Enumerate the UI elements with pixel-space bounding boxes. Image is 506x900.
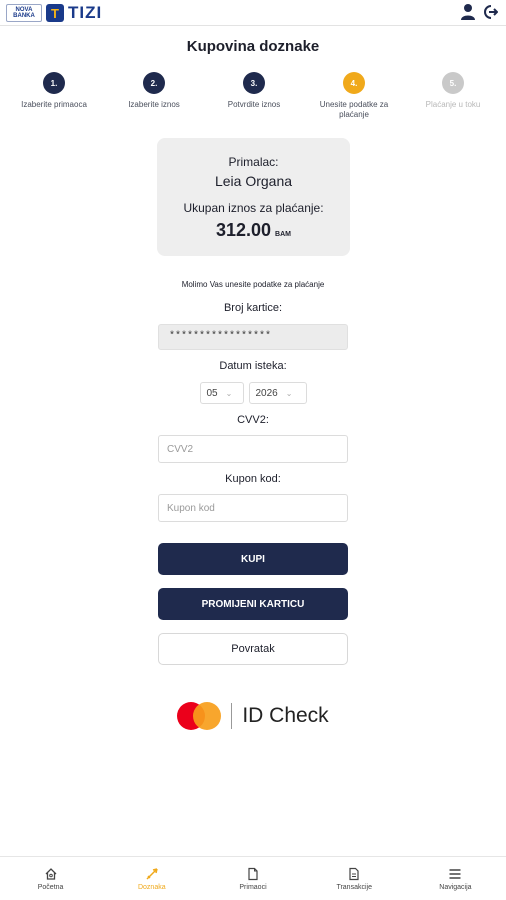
step-3: 3. Potvrdite iznos	[204, 72, 304, 110]
total-label: Ukupan iznos za plaćanje:	[183, 201, 324, 215]
document-icon	[246, 867, 260, 881]
step-number: 2.	[143, 72, 165, 94]
step-label: Izaberite primaoca	[21, 100, 87, 109]
page-title: Kupovina doznake	[186, 38, 320, 55]
logout-icon[interactable]	[482, 3, 498, 21]
step-label: Unesite podatke za plaćanje	[319, 100, 389, 119]
bottom-nav: Početna Doznaka Primaoci Transakcije Nav…	[0, 856, 506, 900]
header-actions	[460, 3, 498, 21]
mastercard-yellow-circle	[193, 702, 222, 730]
bank-logo: NOVA BANKA	[6, 4, 42, 22]
instructions-text: Molimo Vas unesite podatke za plaćanje	[181, 280, 325, 289]
back-button[interactable]: Povratak	[158, 633, 348, 665]
nav-item-recipients[interactable]: Primaoci	[202, 857, 303, 900]
tizi-logo-text: TIZI	[68, 3, 103, 22]
user-icon[interactable]	[460, 3, 476, 21]
expiry-year-select[interactable]: 2026 ⌄	[248, 382, 307, 404]
recipient-label: Primalac:	[228, 155, 279, 169]
menu-icon	[448, 867, 462, 881]
cvv-input[interactable]	[158, 435, 348, 463]
card-number-label: Broj kartice:	[223, 302, 283, 314]
nav-label: Primaoci	[239, 883, 267, 891]
nav-item-transfer[interactable]: Doznaka	[101, 857, 202, 900]
expiry-label: Datum isteka:	[219, 360, 287, 372]
chevron-down-icon: ⌄	[225, 388, 233, 398]
home-icon	[44, 867, 58, 881]
expiry-month-value: 05	[206, 387, 218, 399]
card-number-field: *****************	[158, 324, 348, 350]
total-amount: 312.00	[215, 220, 272, 240]
summary-card: Primalac: Leia Organa Ukupan iznos za pl…	[157, 138, 350, 256]
nav-label: Navigacija	[439, 883, 472, 891]
nav-label: Početna	[37, 883, 64, 891]
transactions-icon	[347, 867, 361, 881]
send-icon	[145, 867, 159, 881]
expiry-year-value: 2026	[255, 387, 278, 399]
expiry-month-select[interactable]: 05 ⌄	[199, 382, 244, 404]
mastercard-logo	[177, 702, 222, 730]
coupon-input[interactable]	[158, 494, 348, 522]
step-number: 1.	[43, 72, 65, 94]
step-label: Plaćanje u toku	[425, 100, 481, 109]
logo: NOVA BANKA T TIZI	[6, 3, 102, 23]
mastercard-id-check: ID Check	[0, 702, 506, 730]
step-label: Potvrdite iznos	[227, 100, 281, 109]
total-amount-row: 312.00 BAM	[157, 220, 350, 241]
buy-button[interactable]: KUPI	[158, 543, 348, 575]
step-5: 5. Plaćanje u toku	[403, 72, 503, 110]
nav-item-home[interactable]: Početna	[0, 857, 101, 900]
step-label: Izaberite iznos	[128, 100, 180, 109]
step-number: 3.	[243, 72, 265, 94]
tizi-logo-mark: T	[46, 4, 64, 22]
nav-item-menu[interactable]: Navigacija	[405, 857, 506, 900]
cvv-label: CVV2:	[237, 414, 269, 426]
divider	[231, 703, 233, 729]
top-bar: NOVA BANKA T TIZI	[0, 0, 506, 26]
step-4: 4. Unesite podatke za plaćanje	[304, 72, 404, 120]
nav-label: Transakcije	[336, 883, 372, 891]
coupon-label: Kupon kod:	[225, 473, 281, 485]
currency: BAM	[275, 231, 291, 238]
recipient-name: Leia Organa	[214, 173, 293, 189]
step-indicator: 1. Izaberite primaoca 2. Izaberite iznos…	[0, 72, 506, 132]
step-1: 1. Izaberite primaoca	[4, 72, 104, 110]
chevron-down-icon: ⌄	[285, 388, 293, 398]
change-card-button[interactable]: PROMIJENI KARTICU	[158, 588, 348, 620]
step-number: 5.	[442, 72, 464, 94]
expiry-selects: 05 ⌄ 2026 ⌄	[0, 382, 506, 404]
nav-label: Doznaka	[137, 883, 166, 891]
step-2: 2. Izaberite iznos	[104, 72, 204, 110]
nav-item-transactions[interactable]: Transakcije	[304, 857, 405, 900]
step-number: 4.	[343, 72, 365, 94]
id-check-text: ID Check	[242, 704, 329, 727]
